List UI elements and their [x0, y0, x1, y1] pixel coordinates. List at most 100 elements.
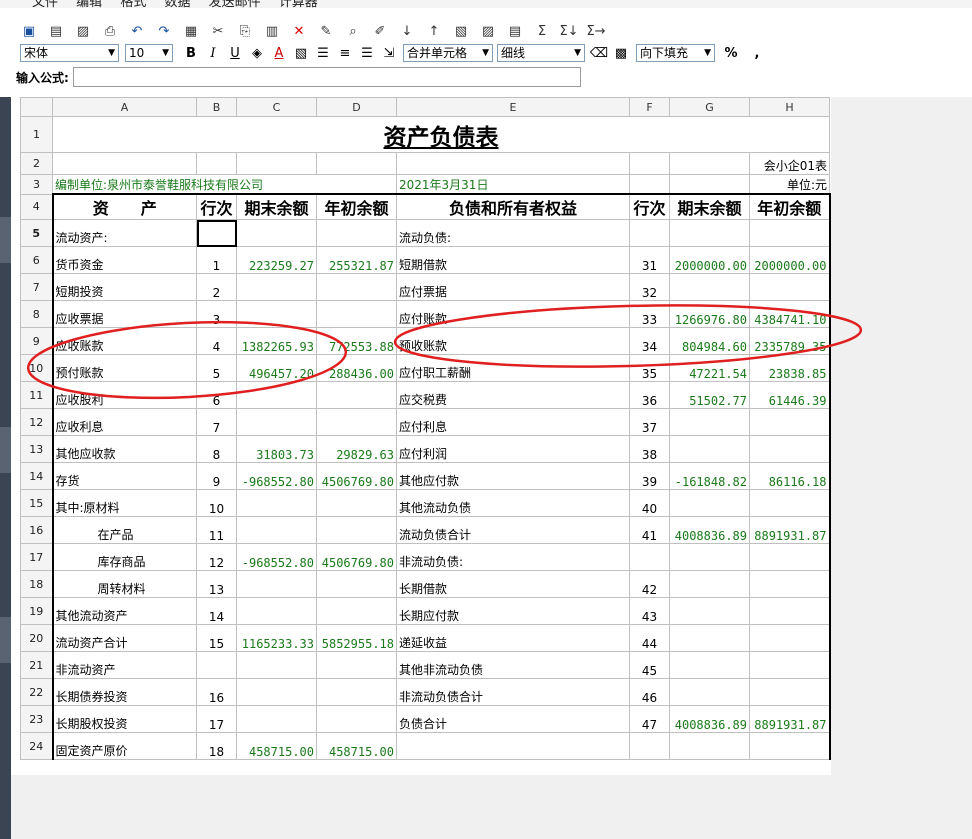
row-header[interactable]: 6: [20, 246, 53, 274]
asset-end-balance-cell[interactable]: [236, 516, 317, 544]
row-header[interactable]: 19: [20, 597, 53, 625]
row-header[interactable]: 11: [20, 381, 53, 409]
print-icon[interactable]: ⎙: [101, 22, 119, 40]
liability-line-cell[interactable]: [629, 732, 670, 760]
liability-name-cell[interactable]: 非流动负债合计: [396, 678, 630, 706]
font-select[interactable]: 宋体 ▼: [20, 44, 119, 62]
row-header[interactable]: 17: [20, 543, 53, 571]
border-style-select[interactable]: 细线 ▼: [497, 44, 585, 62]
row-header[interactable]: 24: [20, 732, 53, 760]
sheet-title[interactable]: 资产负债表: [52, 116, 830, 153]
asset-line-cell[interactable]: 1: [196, 246, 237, 274]
liability-end-balance-cell[interactable]: [669, 408, 750, 436]
liability-line-cell[interactable]: 32: [629, 273, 670, 301]
row-header[interactable]: 13: [20, 435, 53, 463]
liability-line-cell[interactable]: 45: [629, 651, 670, 679]
row-header[interactable]: 21: [20, 651, 53, 679]
print-preview-icon[interactable]: ▨: [74, 22, 92, 40]
liability-line-cell[interactable]: 41: [629, 516, 670, 544]
asset-begin-balance-cell[interactable]: [316, 381, 397, 409]
sum-col-icon[interactable]: Σ→: [586, 22, 605, 40]
liability-name-cell[interactable]: 递延收益: [396, 624, 630, 652]
merge-cells-select[interactable]: 合并单元格 ▼: [403, 44, 493, 62]
form-code-cell[interactable]: 会小企01表: [749, 152, 830, 175]
liability-name-cell[interactable]: 应交税费: [396, 381, 630, 409]
asset-line-cell[interactable]: 18: [196, 732, 237, 760]
liability-end-balance-cell[interactable]: [669, 624, 750, 652]
sum-row-icon[interactable]: Σ↓: [559, 22, 578, 40]
asset-line-cell[interactable]: 3: [196, 300, 237, 328]
liability-name-cell[interactable]: 应付利息: [396, 408, 630, 436]
liability-begin-balance-cell[interactable]: [749, 543, 831, 571]
row-header[interactable]: 10: [20, 354, 53, 382]
asset-name-cell[interactable]: 流动资产合计: [51, 624, 197, 652]
asset-begin-balance-cell[interactable]: [316, 273, 397, 301]
liability-line-cell[interactable]: 44: [629, 624, 670, 652]
liability-end-balance-cell[interactable]: 1266976.80: [669, 300, 750, 328]
liability-end-balance-cell[interactable]: [669, 597, 750, 625]
copy-icon[interactable]: ⎘: [236, 22, 254, 40]
asset-end-balance-cell[interactable]: -968552.80: [236, 462, 317, 490]
row-header[interactable]: 14: [20, 462, 53, 490]
asset-begin-balance-cell[interactable]: [316, 705, 397, 733]
liability-name-cell[interactable]: 长期应付款: [396, 597, 630, 625]
liability-line-cell[interactable]: 46: [629, 678, 670, 706]
undo-icon[interactable]: ↶: [128, 22, 146, 40]
eraser-button[interactable]: ⌫: [589, 44, 609, 62]
column-header-c[interactable]: C: [236, 97, 317, 117]
liability-end-balance-cell[interactable]: 2000000.00: [669, 246, 750, 274]
table-header-cell[interactable]: 资 产: [51, 193, 197, 220]
insert-image-button[interactable]: ▩: [611, 44, 631, 62]
liability-name-cell[interactable]: [396, 732, 630, 760]
table-header-cell[interactable]: 期末余额: [669, 193, 750, 220]
fill-down-select[interactable]: 向下填充 ▼: [636, 44, 715, 62]
liability-begin-balance-cell[interactable]: [749, 597, 831, 625]
menu-edit[interactable]: 编辑: [76, 0, 102, 8]
row-header[interactable]: 8: [20, 300, 53, 328]
liability-end-balance-cell[interactable]: [669, 435, 750, 463]
liability-end-balance-cell[interactable]: [669, 651, 750, 679]
row-header[interactable]: 12: [20, 408, 53, 436]
liability-begin-balance-cell[interactable]: [749, 732, 831, 760]
asset-line-cell[interactable]: 2: [196, 273, 237, 301]
find-icon[interactable]: ⌕: [344, 22, 362, 40]
asset-line-cell[interactable]: 10: [196, 489, 237, 517]
select-all-corner[interactable]: [20, 97, 53, 117]
align-right-button[interactable]: ☰: [357, 44, 377, 62]
liability-name-cell[interactable]: 应付职工薪酬: [396, 354, 630, 382]
column-header-f[interactable]: F: [629, 97, 670, 117]
asset-end-balance-cell[interactable]: [236, 300, 317, 328]
sort-descending-icon[interactable]: ↑: [425, 22, 443, 40]
liability-begin-balance-cell[interactable]: 8891931.87: [749, 516, 831, 544]
menu-data[interactable]: 数据: [164, 0, 190, 8]
liability-name-cell[interactable]: 其他非流动负债: [396, 651, 630, 679]
cell[interactable]: [669, 174, 750, 195]
asset-begin-balance-cell[interactable]: [316, 408, 397, 436]
asset-end-balance-cell[interactable]: [236, 570, 317, 598]
asset-line-cell[interactable]: 7: [196, 408, 237, 436]
liability-name-cell[interactable]: 负债合计: [396, 705, 630, 733]
row-header[interactable]: 2: [20, 152, 53, 175]
asset-name-cell[interactable]: 短期投资: [51, 273, 197, 301]
cell[interactable]: [316, 152, 397, 175]
liability-begin-balance-cell[interactable]: [749, 678, 831, 706]
liability-line-cell[interactable]: 42: [629, 570, 670, 598]
row-header[interactable]: 9: [20, 327, 53, 355]
liability-line-cell[interactable]: 31: [629, 246, 670, 274]
liability-begin-balance-cell[interactable]: 61446.39: [749, 381, 831, 409]
asset-begin-balance-cell[interactable]: 772553.88: [316, 327, 397, 355]
cell[interactable]: [52, 152, 197, 175]
liability-end-balance-cell[interactable]: [669, 732, 750, 760]
asset-name-cell[interactable]: 长期债券投资: [51, 678, 197, 706]
asset-begin-balance-cell[interactable]: 4506769.80: [316, 543, 397, 571]
menu-format[interactable]: 格式: [120, 0, 146, 8]
liability-name-cell[interactable]: 流动负债:: [396, 219, 630, 247]
column-header-d[interactable]: D: [316, 97, 397, 117]
asset-end-balance-cell[interactable]: 496457.20: [236, 354, 317, 382]
liability-line-cell[interactable]: [629, 543, 670, 571]
liability-begin-balance-cell[interactable]: [749, 624, 831, 652]
asset-line-cell[interactable]: 12: [196, 543, 237, 571]
liability-name-cell[interactable]: 其他应付款: [396, 462, 630, 490]
sum-icon[interactable]: Σ: [533, 22, 551, 40]
asset-end-balance-cell[interactable]: 458715.00: [236, 732, 317, 760]
